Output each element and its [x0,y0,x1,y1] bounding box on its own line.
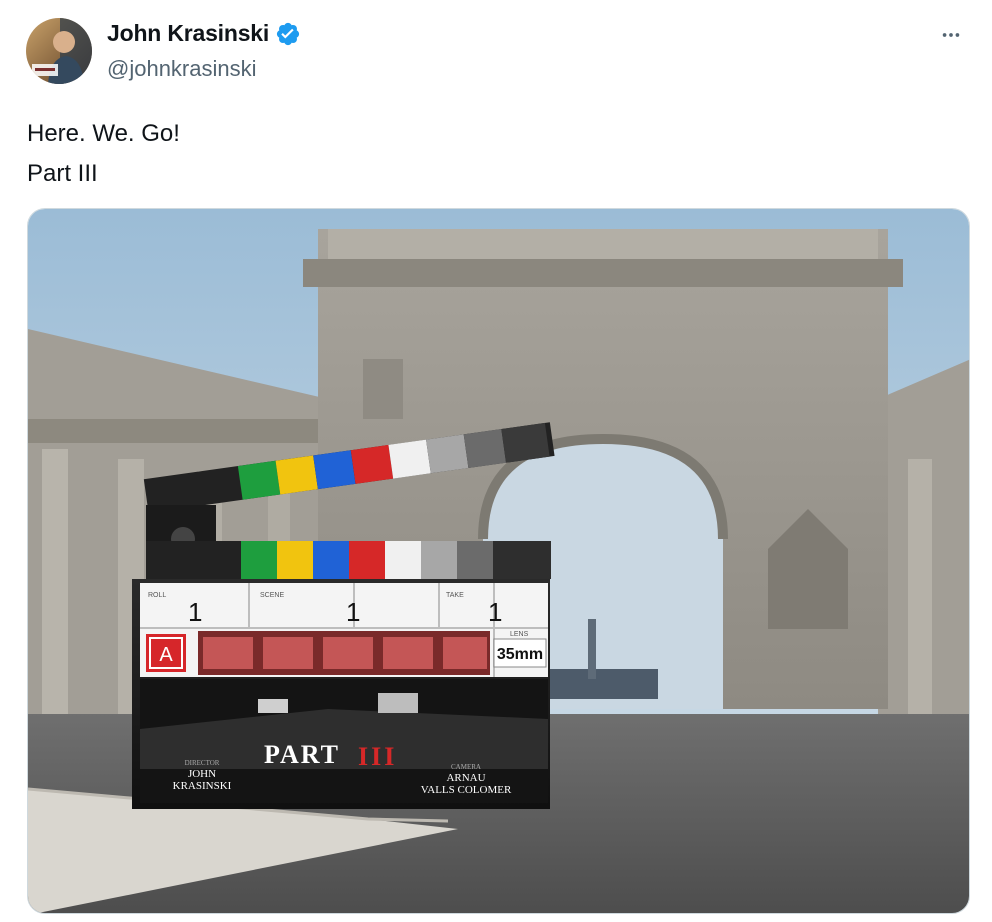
slate-take-value: 1 [488,597,502,627]
slate-lens-label: LENS [510,631,529,638]
tweet-photo[interactable]: ROLL 1 SCENE 1 TAKE 1 A LENS 35mm PART I… [27,208,970,914]
author-name-row: John Krasinski [107,20,301,47]
avatar[interactable] [26,18,92,84]
tweet-card: John Krasinski @johnkrasinski Here. We. … [0,0,992,922]
tweet-text-line: Here. We. Go! [27,120,180,147]
slate-director-line2: KRASINSKI [173,780,232,792]
slate-take-label: TAKE [446,592,464,599]
tweet-text-line: Part III [27,160,98,187]
slate-camera-label: CAMERA [451,763,481,771]
slate-scene-value: 1 [346,597,360,627]
slate-camera-line1: ARNAU [446,772,485,784]
slate-scene-label: SCENE [260,592,284,599]
verified-badge-icon [275,21,301,47]
slate-title-part: PART [264,740,340,769]
tweet-text: Here. We. Go! Part III [27,114,180,194]
slate-director-line1: JOHN [188,768,216,780]
slate-roll-label: ROLL [148,592,166,599]
slate-camera-line2: VALLS COLOMER [421,784,512,796]
more-horizontal-icon[interactable] [936,20,966,50]
slate-director-label: DIRECTOR [185,759,220,767]
slate-lens-value: 35mm [497,646,543,663]
author-display-name[interactable]: John Krasinski [107,20,269,47]
slate-title-number: III [358,742,397,771]
slate-camera-letter: A [159,644,173,666]
slate-roll-value: 1 [188,597,202,627]
author-handle[interactable]: @johnkrasinski [107,56,257,82]
